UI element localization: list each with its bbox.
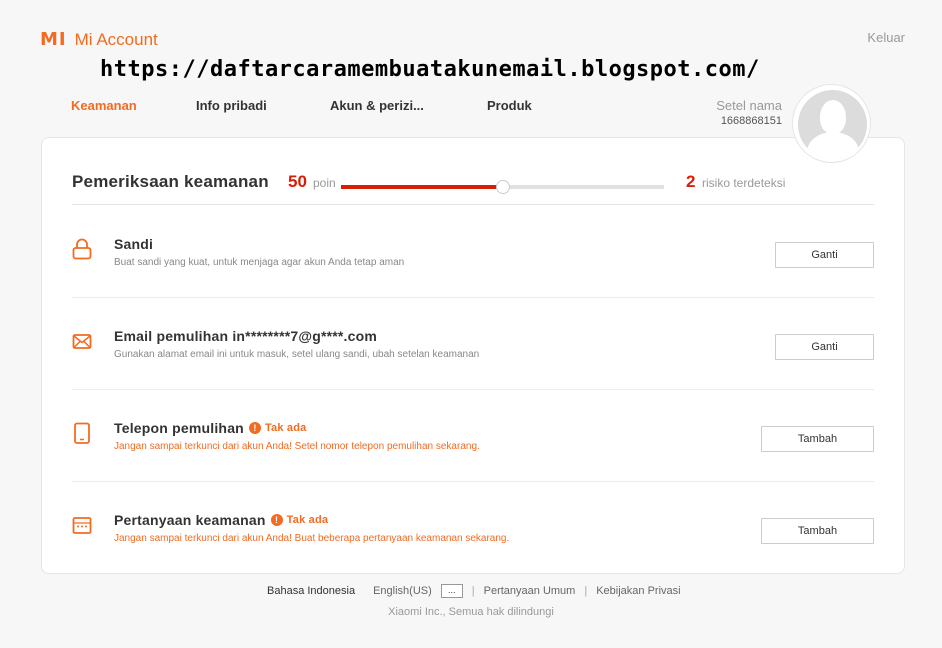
warning-badge: ! Tak ada	[248, 422, 307, 434]
language-english[interactable]: English(US)	[373, 585, 432, 597]
risk-label: risiko terdeteksi	[702, 176, 786, 190]
security-check-row: Pemeriksaan keamanan 50 poin 2 risiko te…	[72, 170, 874, 205]
footer-separator: |	[584, 585, 588, 597]
security-score-fill	[341, 185, 503, 189]
warning-badge: ! Tak ada	[270, 514, 329, 526]
user-id: 1668868151	[720, 115, 782, 127]
security-panel: Pemeriksaan keamanan 50 poin 2 risiko te…	[41, 137, 905, 574]
question-box-icon	[72, 514, 92, 536]
faq-link[interactable]: Pertanyaan Umum	[484, 585, 576, 597]
item-title: Pertanyaan keamanan ! Tak ada	[114, 512, 329, 528]
item-description: Buat sandi yang kuat, untuk menjaga agar…	[114, 257, 405, 268]
tab-info-pribadi[interactable]: Info pribadi	[196, 98, 286, 113]
copyright: Xiaomi Inc., Semua hak dilindungi	[388, 606, 554, 618]
logout-link[interactable]: Keluar	[867, 30, 905, 45]
set-name-link[interactable]: Setel nama	[716, 98, 782, 113]
tab-akun-perizinan[interactable]: Akun & perizi...	[330, 98, 440, 113]
item-title: Email pemulihan in********7@g****.com	[114, 328, 378, 344]
language-more-button[interactable]: ...	[440, 584, 463, 598]
item-description: Jangan sampai terkunci dari akun Anda! B…	[114, 533, 510, 544]
mi-account-title: Mi Account	[74, 29, 158, 49]
phone-icon	[72, 422, 92, 444]
security-check-title: Pemeriksaan keamanan	[72, 172, 269, 191]
avatar-placeholder-icon	[798, 90, 867, 159]
add-security-questions-button[interactable]: Tambah	[761, 518, 874, 544]
warning-icon: !	[248, 422, 261, 434]
risk-count: 2	[686, 172, 696, 191]
item-title: Telepon pemulihan ! Tak ada	[114, 420, 307, 436]
change-email-button[interactable]: Ganti	[775, 334, 874, 360]
language-current[interactable]: Bahasa Indonesia	[267, 585, 355, 597]
footer-separator: |	[471, 585, 475, 597]
security-item-questions: Pertanyaan keamanan ! Tak ada Jangan samp…	[72, 482, 874, 574]
tab-produk[interactable]: Produk	[487, 98, 547, 113]
mi-logo-mark: MI	[40, 29, 67, 50]
footer-links: Bahasa Indonesia English(US) ... | Perta…	[267, 584, 681, 598]
avatar[interactable]	[792, 84, 871, 163]
tab-keamanan[interactable]: Keamanan	[71, 98, 161, 113]
security-score-bar	[341, 180, 664, 194]
security-score-unit: poin	[313, 176, 336, 190]
mi-logo[interactable]: MI Mi Account	[40, 29, 158, 50]
lock-icon	[72, 238, 92, 260]
security-item-recovery-email: Email pemulihan in********7@g****.com Gu…	[72, 298, 874, 390]
security-item-password: Sandi Buat sandi yang kuat, untuk menjag…	[72, 206, 874, 298]
envelope-icon	[72, 330, 92, 352]
add-phone-button[interactable]: Tambah	[761, 426, 874, 452]
item-title: Sandi	[114, 236, 154, 252]
security-item-recovery-phone: Telepon pemulihan ! Tak ada Jangan sampai…	[72, 390, 874, 482]
warning-icon: !	[270, 514, 283, 526]
change-password-button[interactable]: Ganti	[775, 242, 874, 268]
privacy-policy-link[interactable]: Kebijakan Privasi	[596, 585, 680, 597]
item-description: Gunakan alamat email ini untuk masuk, se…	[114, 349, 480, 360]
security-score: 50	[288, 172, 307, 191]
security-score-thumb	[496, 180, 510, 194]
watermark-url: https://daftarcaramembuatakunemail.blogs…	[100, 57, 760, 82]
item-description: Jangan sampai terkunci dari akun Anda! S…	[114, 441, 480, 452]
